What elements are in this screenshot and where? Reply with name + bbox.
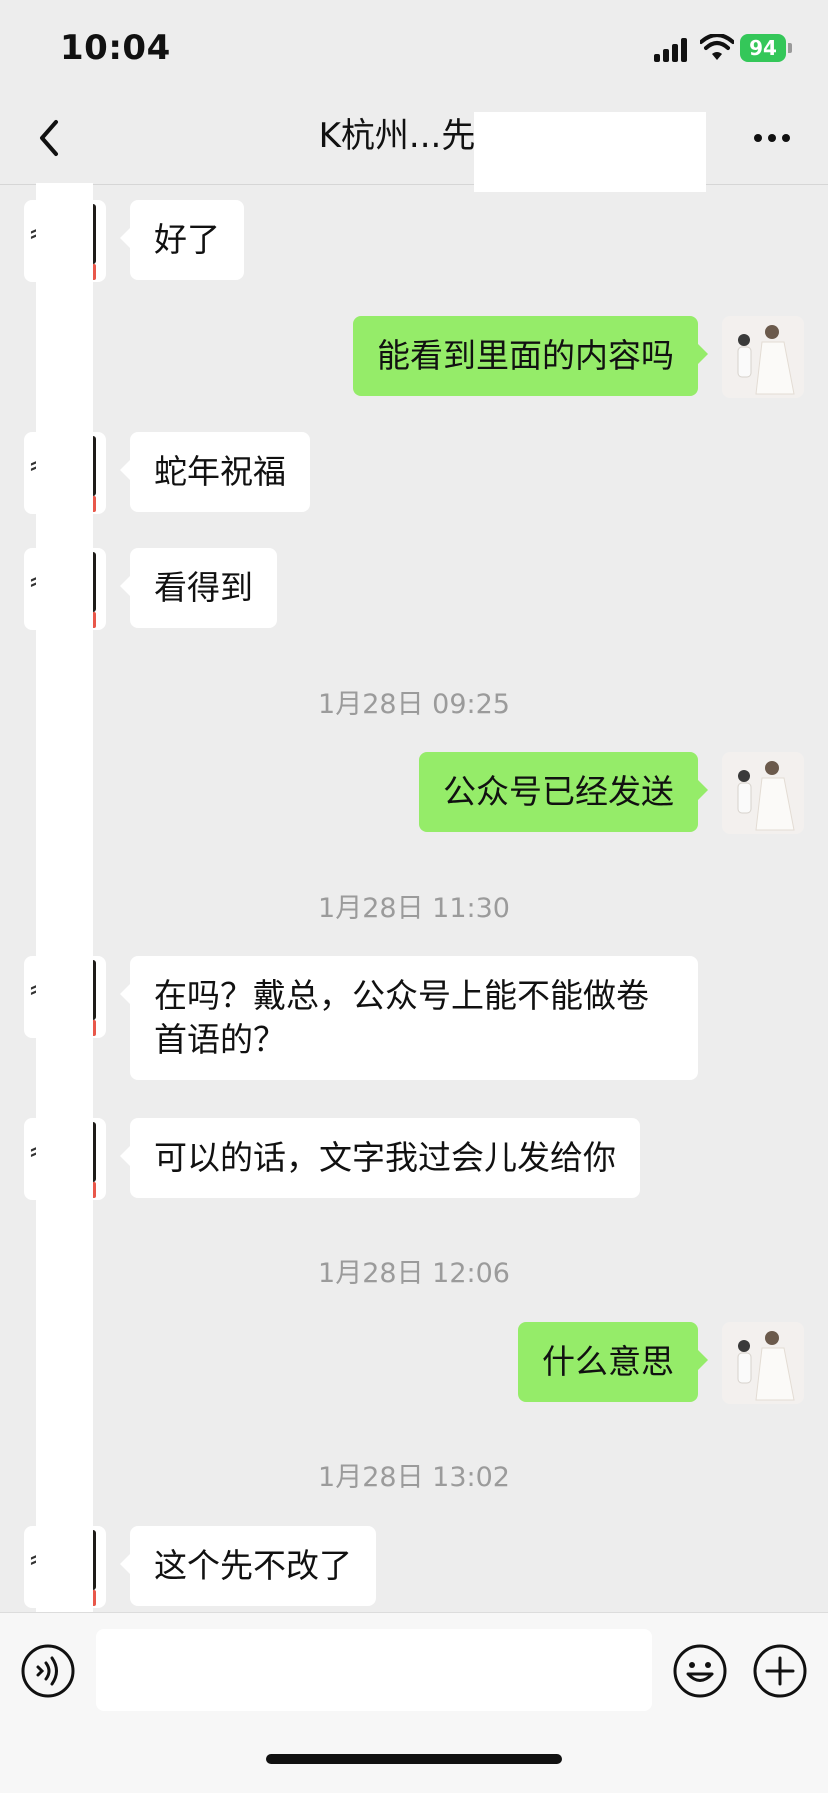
outgoing-message-bubble[interactable]: 能看到里面的内容吗 <box>353 316 708 396</box>
more-button[interactable] <box>748 118 796 158</box>
emoji-button[interactable] <box>672 1643 728 1699</box>
incoming-message-bubble[interactable]: 这个先不改了 <box>120 1526 376 1606</box>
chat-title: K杭州...先生 <box>150 112 706 192</box>
emoji-icon <box>673 1644 727 1698</box>
nav-bar: K杭州...先生 <box>0 92 828 192</box>
timestamp: 1月28日 11:30 <box>318 893 510 924</box>
chat-area[interactable]: ⸗ 好了 能看到里面的内容吗 ⸗ 蛇年祝福 ⸗ 看得到 1月28日 09:25 … <box>0 185 828 1612</box>
more-actions-button[interactable] <box>752 1643 808 1699</box>
battery-level: 94 <box>740 34 786 62</box>
outgoing-message-bubble[interactable]: 什么意思 <box>518 1322 708 1402</box>
incoming-message-bubble[interactable]: 蛇年祝福 <box>120 432 310 512</box>
my-avatar[interactable] <box>722 752 804 834</box>
redaction-block <box>36 183 93 1643</box>
incoming-message-bubble[interactable]: 在吗？戴总，公众号上能不能做卷首语的？ <box>120 956 698 1080</box>
incoming-message-bubble[interactable]: 看得到 <box>120 548 277 628</box>
incoming-message-bubble[interactable]: 可以的话，文字我过会儿发给你 <box>120 1118 640 1198</box>
message-input[interactable] <box>96 1629 652 1711</box>
wifi-icon <box>700 34 734 60</box>
chevron-left-icon <box>40 120 58 156</box>
timestamp: 1月28日 13:02 <box>318 1462 510 1493</box>
outgoing-message-bubble[interactable]: 公众号已经发送 <box>419 752 708 832</box>
redaction-block <box>474 112 706 192</box>
signal-icon <box>654 38 690 62</box>
incoming-message-bubble[interactable]: 好了 <box>120 200 244 280</box>
voice-icon <box>36 1665 45 1677</box>
ellipsis-icon <box>754 134 762 142</box>
timestamp: 1月28日 12:06 <box>318 1258 510 1289</box>
back-button[interactable] <box>22 110 78 166</box>
status-bar: 10:04 94 <box>0 0 828 92</box>
battery-icon: 94 <box>740 34 792 62</box>
voice-button[interactable] <box>20 1643 76 1699</box>
input-bar <box>0 1612 828 1793</box>
status-time: 10:04 <box>60 28 171 68</box>
home-indicator <box>266 1754 562 1764</box>
my-avatar[interactable] <box>722 1322 804 1404</box>
my-avatar[interactable] <box>722 316 804 398</box>
timestamp: 1月28日 09:25 <box>318 689 510 720</box>
